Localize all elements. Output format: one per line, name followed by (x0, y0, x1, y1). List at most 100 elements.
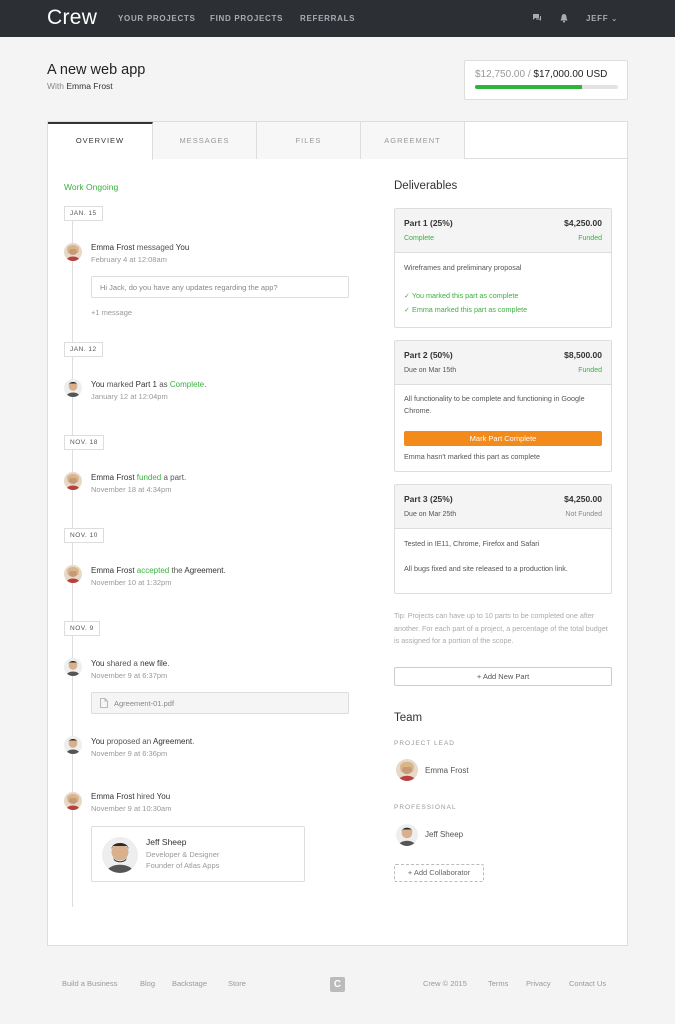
tab-overview[interactable]: OVERVIEW (48, 122, 153, 160)
more-messages-link[interactable]: +1 message (91, 308, 132, 317)
contact-role: Developer & Designer (146, 850, 220, 859)
part-check: ✓ You marked this part as complete (404, 291, 518, 300)
event-object[interactable]: Agreement (184, 566, 223, 575)
with-name[interactable]: Emma Frost (66, 81, 112, 91)
add-collaborator-button[interactable]: + Add Collaborator (394, 864, 484, 882)
event-line: Emma Frost funded a part. (91, 473, 186, 482)
event-actor[interactable]: Emma Frost (91, 473, 135, 482)
part-check: ✓ Emma marked this part as complete (404, 305, 527, 314)
footer-link-blog[interactable]: Blog (140, 979, 155, 988)
project-lead-label: PROJECT LEAD (394, 740, 456, 747)
part-card-1: Part 1 (25%) $4,250.00 Complete Funded W… (394, 208, 612, 328)
part-name: Part 2 (50%) (404, 350, 453, 360)
part-description: Tested in IE11, Chrome, Firefox and Safa… (404, 539, 540, 548)
footer-link-terms[interactable]: Terms (488, 979, 508, 988)
event-time: February 4 at 12:08am (91, 255, 167, 264)
event-time: November 10 at 1:32pm (91, 578, 172, 587)
check-icon: ✓ (404, 305, 411, 314)
event-highlight: Complete (169, 380, 205, 389)
tab-agreement[interactable]: AGREEMENT (361, 122, 465, 159)
event-line: Emma Frost messaged You (91, 243, 189, 252)
event-object[interactable]: new file (140, 659, 167, 668)
footer-link-contact[interactable]: Contact Us (569, 979, 606, 988)
bell-icon[interactable] (559, 13, 569, 23)
mark-part-complete-button[interactable]: Mark Part Complete (404, 431, 602, 446)
event-verb: shared a (104, 659, 141, 668)
footer-link-backstage[interactable]: Backstage (172, 979, 207, 988)
event-time: January 12 at 12:04pm (91, 392, 168, 401)
event-mid: as (156, 380, 170, 389)
check-text: Emma marked this part as complete (412, 305, 528, 314)
contact-card[interactable]: Jeff Sheep Developer & Designer Founder … (91, 826, 305, 882)
avatar-jeff (64, 736, 82, 754)
event-object: You (156, 792, 171, 801)
footer-link-store[interactable]: Store (228, 979, 246, 988)
event-line: You proposed an Agreement. (91, 737, 194, 746)
part-description: Wireframes and preliminary proposal (404, 263, 522, 272)
event-end: . (204, 380, 207, 389)
event-verb: proposed an (104, 737, 153, 746)
file-attachment[interactable]: Agreement-01.pdf (91, 692, 349, 714)
budget-box: $12,750.00 / $17,000.00 USD (464, 60, 628, 100)
deliverables-title: Deliverables (394, 180, 458, 192)
event-line: Emma Frost accepted the Agreement. (91, 566, 226, 575)
part-funding: Funded (578, 235, 602, 242)
nav-referrals[interactable]: REFERRALS (300, 14, 355, 23)
event-end: . (167, 659, 170, 668)
footer-link-build-business[interactable]: Build a Business (62, 979, 117, 988)
part-card-2: Part 2 (50%) $8,500.00 Due on Mar 15th F… (394, 340, 612, 472)
event-verb: marked (104, 380, 136, 389)
nav-your-projects[interactable]: YOUR PROJECTS (118, 14, 196, 23)
avatar-emma (64, 565, 82, 583)
event-verb: messaged (134, 243, 176, 252)
professional-name[interactable]: Jeff Sheep (425, 830, 463, 839)
project-lead-name[interactable]: Emma Frost (425, 766, 469, 775)
event-object[interactable]: Agreement (153, 737, 192, 746)
event-verb: hired (134, 792, 157, 801)
part-due: Due on Mar 15th (404, 367, 457, 374)
avatar-emma (64, 243, 82, 261)
event-verb: the (169, 566, 185, 575)
user-menu[interactable]: JEFF ⌄ (586, 14, 618, 23)
message-preview[interactable]: Hi Jack, do you have any updates regardi… (91, 276, 349, 298)
chat-icon[interactable] (532, 13, 542, 23)
date-pill: JAN. 12 (64, 342, 103, 357)
footer-link-privacy[interactable]: Privacy (526, 979, 551, 988)
part-amount: $8,500.00 (564, 350, 602, 360)
event-actor: You (91, 737, 105, 746)
user-name: JEFF (586, 14, 609, 23)
event-object[interactable]: Part 1 (136, 380, 157, 389)
event-end: . (223, 566, 226, 575)
team-title: Team (394, 712, 423, 724)
check-icon: ✓ (404, 291, 411, 300)
budget-progress-bar (475, 85, 618, 89)
date-pill: NOV. 10 (64, 528, 104, 543)
avatar-jeff (64, 379, 82, 397)
check-text: You marked this part as complete (411, 291, 519, 300)
event-actor[interactable]: Emma Frost (91, 243, 135, 252)
part-header: Part 1 (25%) $4,250.00 Complete Funded (395, 209, 611, 253)
contact-company: Founder of Atlas Apps (146, 861, 220, 870)
part-header: Part 3 (25%) $4,250.00 Due on Mar 25th N… (395, 485, 611, 529)
add-new-part-button[interactable]: + Add New Part (394, 667, 612, 686)
file-icon (100, 698, 108, 708)
top-navbar: Crew YOUR PROJECTS FIND PROJECTS REFERRA… (0, 0, 675, 37)
tab-messages[interactable]: MESSAGES (153, 122, 257, 159)
date-pill: NOV. 18 (64, 435, 104, 450)
nav-find-projects[interactable]: FIND PROJECTS (210, 14, 283, 23)
footer-logo-icon[interactable]: C (330, 977, 345, 992)
part-card-3: Part 3 (25%) $4,250.00 Due on Mar 25th N… (394, 484, 612, 594)
crew-logo[interactable]: Crew (47, 6, 97, 30)
budget-text: $12,750.00 / $17,000.00 USD (475, 69, 607, 80)
part-name: Part 1 (25%) (404, 218, 453, 228)
part-note: Emma hasn't marked this part as complete (404, 452, 540, 461)
part-description: All functionality to be complete and fun… (404, 394, 585, 415)
part-name: Part 3 (25%) (404, 494, 453, 504)
project-title: A new web app (47, 62, 146, 78)
contact-avatar (102, 837, 138, 873)
event-actor[interactable]: Emma Frost (91, 566, 135, 575)
part-header: Part 2 (50%) $8,500.00 Due on Mar 15th F… (395, 341, 611, 385)
event-actor[interactable]: Emma Frost (91, 792, 135, 801)
tab-files[interactable]: FILES (257, 122, 361, 159)
part-status: Complete (404, 235, 434, 242)
